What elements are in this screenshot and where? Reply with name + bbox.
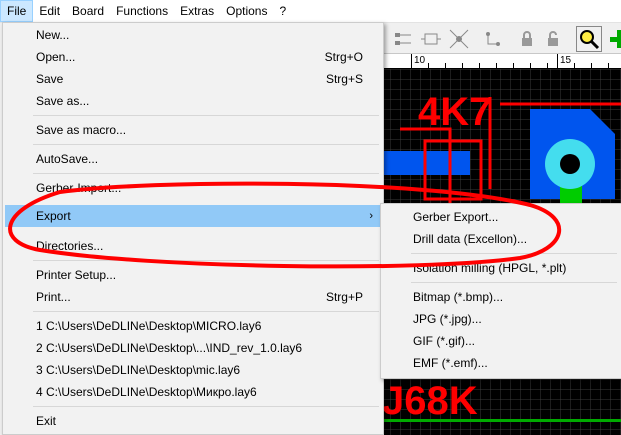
component-icon[interactable] <box>418 26 444 52</box>
toolbar <box>380 23 621 54</box>
menu-item-recent-1[interactable]: 1 C:\Users\DeDLINe\Desktop\MICRO.lay6 <box>5 315 381 337</box>
submenu-item-bitmap[interactable]: Bitmap (*.bmp)... <box>383 286 619 308</box>
menu-item-open[interactable]: Open... Strg+O <box>5 46 381 68</box>
submenu-item-emf[interactable]: EMF (*.emf)... <box>383 352 619 374</box>
menu-separator <box>33 311 379 312</box>
file-menu: New... Open... Strg+O Save Strg+S Save as.… <box>2 22 384 435</box>
submenu-item-drill-data[interactable]: Drill data (Excellon)... <box>383 228 619 250</box>
shortcut-print: Strg+P <box>325 290 363 304</box>
menu-separator <box>33 144 379 145</box>
submenu-item-gif[interactable]: GIF (*.gif)... <box>383 330 619 352</box>
menu-board[interactable]: Board <box>66 0 110 22</box>
silkscreen-label-j68k: J68K <box>382 379 478 423</box>
menu-item-save-as[interactable]: Save as... <box>5 90 381 112</box>
menu-separator <box>33 173 379 174</box>
autoroute-icon[interactable] <box>446 26 472 52</box>
menu-functions[interactable]: Functions <box>110 0 174 22</box>
menu-item-print[interactable]: Print... Strg+P <box>5 286 381 308</box>
menu-separator <box>33 260 379 261</box>
menu-item-recent-3[interactable]: 3 C:\Users\DeDLINe\Desktop\mic.lay6 <box>5 359 381 381</box>
menu-item-recent-2[interactable]: 2 C:\Users\DeDLINe\Desktop\...\IND_rev_1… <box>5 337 381 359</box>
submenu-item-jpg[interactable]: JPG (*.jpg)... <box>383 308 619 330</box>
menu-item-gerber-import[interactable]: Gerber-Import... <box>5 177 381 199</box>
menu-bar: File Edit Board Functions Extras Options… <box>0 0 621 23</box>
chevron-right-icon: › <box>369 210 373 222</box>
silkscreen-label-4k7: 4K7 <box>418 90 491 134</box>
via-hole <box>560 154 580 174</box>
horizontal-ruler: 10 15 <box>380 54 621 69</box>
submenu-item-gerber-export[interactable]: Gerber Export... <box>383 206 619 228</box>
menu-item-new[interactable]: New... <box>5 24 381 46</box>
menu-item-save[interactable]: Save Strg+S <box>5 68 381 90</box>
menu-item-autosave[interactable]: AutoSave... <box>5 148 381 170</box>
menu-extras[interactable]: Extras <box>174 0 220 22</box>
export-submenu: Gerber Export... Drill data (Excellon)..… <box>380 203 621 379</box>
lock-icon[interactable] <box>514 26 540 52</box>
menu-separator <box>33 406 379 407</box>
shortcut-open: Strg+O <box>324 50 363 64</box>
menu-item-recent-4[interactable]: 4 C:\Users\DeDLINe\Desktop\Микро.lay6 <box>5 381 381 403</box>
menu-help[interactable]: ? <box>273 0 292 22</box>
menu-edit[interactable]: Edit <box>33 0 66 22</box>
shortcut-save: Strg+S <box>325 72 363 86</box>
menu-item-export[interactable]: Export › <box>5 205 381 227</box>
pads-icon[interactable] <box>390 26 416 52</box>
connection-icon[interactable] <box>480 26 506 52</box>
ruler-label-10: 10 <box>414 55 426 66</box>
zoom-icon[interactable] <box>576 26 602 52</box>
ruler-label-15: 15 <box>560 55 572 66</box>
menu-item-directories[interactable]: Directories... <box>5 235 381 257</box>
menu-separator <box>411 282 617 283</box>
submenu-item-isolation-milling[interactable]: Isolation milling (HPGL, *.plt) <box>383 257 619 279</box>
menu-separator <box>411 253 617 254</box>
menu-separator <box>33 115 379 116</box>
add-icon[interactable] <box>606 26 621 52</box>
menu-item-save-as-macro[interactable]: Save as macro... <box>5 119 381 141</box>
menu-options[interactable]: Options <box>220 0 273 22</box>
menu-item-printer-setup[interactable]: Printer Setup... <box>5 264 381 286</box>
unlock-icon[interactable] <box>540 26 566 52</box>
menu-file[interactable]: File <box>0 0 34 22</box>
menu-item-exit[interactable]: Exit <box>5 410 381 432</box>
